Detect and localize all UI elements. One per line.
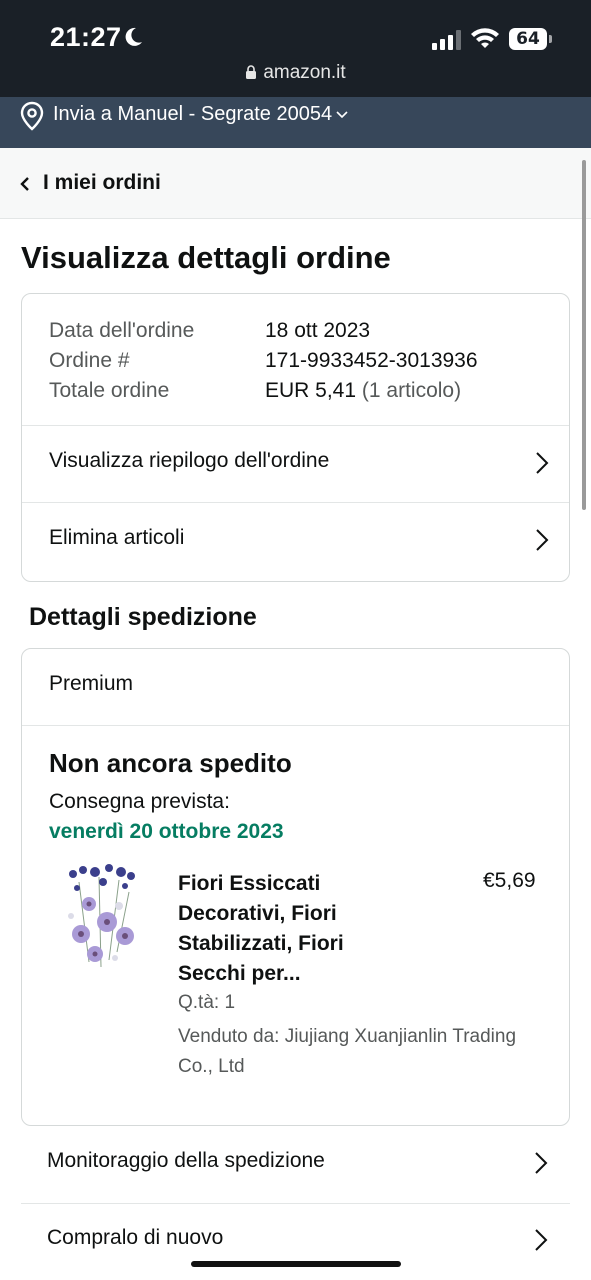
buy-again-link[interactable]: Compralo di nuovo: [21, 1203, 570, 1280]
buy-again-label: Compralo di nuovo: [47, 1226, 224, 1249]
order-info-card: Data dell'ordine 18 ott 2023 Ordine # 17…: [21, 293, 570, 582]
shipping-type: Premium: [49, 672, 134, 695]
product-image[interactable]: [59, 862, 145, 974]
order-total-amount: EUR 5,41: [265, 379, 357, 402]
breadcrumb[interactable]: I miei ordini: [0, 148, 591, 219]
product-title[interactable]: Fiori Essiccati Decorativi, Fiori Stabil…: [178, 869, 388, 989]
scrollbar[interactable]: [582, 160, 586, 510]
delivery-location-label: Invia a Manuel - Segrate 20054: [53, 103, 333, 125]
order-number-row: Ordine # 171-9933452-3013936: [49, 346, 549, 376]
shipment-status: Non ancora spedito: [49, 748, 292, 778]
view-order-summary-link[interactable]: Visualizza riepilogo dell'ordine: [22, 426, 569, 502]
chevron-down-icon: [336, 111, 348, 119]
battery-percent: 64: [516, 29, 540, 49]
chevron-right-icon: [536, 452, 549, 474]
track-shipment-link[interactable]: Monitoraggio della spedizione: [21, 1126, 570, 1203]
order-date-row: Data dell'ordine 18 ott 2023: [49, 316, 549, 346]
page-title: Visualizza dettagli ordine: [21, 240, 391, 275]
order-number-label: Ordine #: [49, 349, 130, 372]
product-quantity: Q.tà: 1: [178, 992, 236, 1013]
chevron-right-icon: [535, 1152, 548, 1174]
delivery-location-bar[interactable]: Invia a Manuel - Segrate 20054: [0, 97, 591, 148]
order-date-value: 18 ott 2023: [265, 319, 371, 342]
expected-delivery-label: Consegna prevista:: [49, 790, 230, 813]
moon-icon: [125, 27, 142, 46]
wifi-icon: [471, 28, 499, 48]
order-total-row: Totale ordine EUR 5,41 (1 articolo): [49, 376, 549, 406]
lock-icon: [246, 65, 257, 79]
delete-items-label: Elimina articoli: [49, 526, 185, 549]
product-seller: Venduto da: Jiujiang Xuanjianlin Trading…: [178, 1026, 517, 1077]
order-date-label: Data dell'ordine: [49, 319, 195, 342]
order-total-items: (1 articolo): [361, 379, 462, 402]
chevron-right-icon: [536, 529, 549, 551]
view-order-summary-label: Visualizza riepilogo dell'ordine: [49, 449, 330, 472]
location-pin-icon: [20, 101, 44, 131]
chevron-left-icon: [20, 177, 29, 191]
cellular-signal-icon: [432, 30, 461, 50]
order-info-list: Data dell'ordine 18 ott 2023 Ordine # 17…: [49, 316, 549, 406]
delete-items-link[interactable]: Elimina articoli: [22, 503, 569, 579]
product-price: €5,69: [483, 869, 536, 892]
expected-delivery-date: venerdì 20 ottobre 2023: [49, 820, 284, 843]
clock: 21:27: [50, 22, 122, 52]
shipping-details-title: Dettagli spedizione: [29, 603, 257, 631]
chevron-right-icon: [535, 1229, 548, 1251]
battery-indicator: 64: [509, 28, 553, 50]
divider: [22, 725, 569, 726]
track-shipment-label: Monitoraggio della spedizione: [47, 1149, 325, 1172]
home-indicator[interactable]: [191, 1261, 401, 1267]
url-text: amazon.it: [263, 62, 346, 83]
order-number-value: 171-9933452-3013936: [265, 349, 478, 372]
order-total-value: EUR 5,41 (1 articolo): [265, 376, 461, 406]
address-bar[interactable]: amazon.it: [0, 62, 591, 84]
breadcrumb-my-orders[interactable]: I miei ordini: [43, 171, 161, 195]
order-total-label: Totale ordine: [49, 379, 170, 402]
status-bar: 21:27 64 amazon.it: [0, 0, 591, 97]
shipment-card: Premium Non ancora spedito Consegna prev…: [21, 648, 570, 1126]
